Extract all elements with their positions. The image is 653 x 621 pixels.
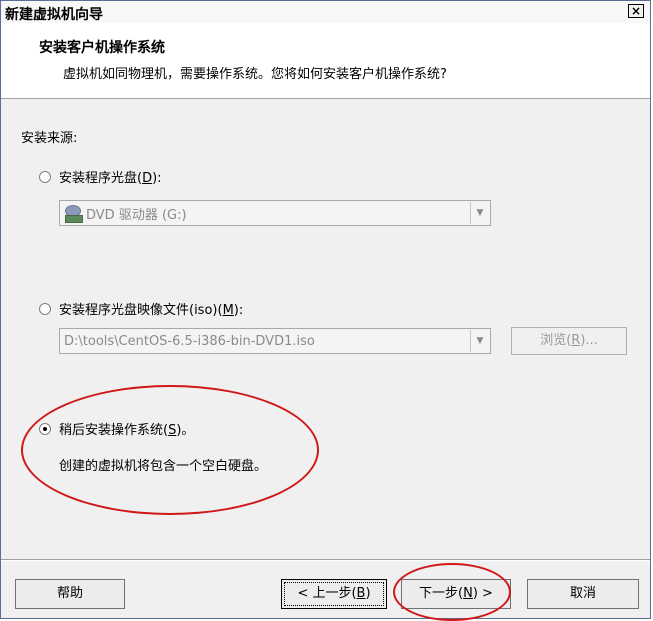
footer-separator	[1, 559, 650, 561]
help-button[interactable]: 帮助	[15, 579, 125, 609]
page-subtitle: 虚拟机如同物理机，需要操作系统。您将如何安装客户机操作系统?	[63, 67, 447, 82]
radio-iso-image[interactable]: 安装程序光盘映像文件(iso)(M):	[39, 299, 243, 318]
radio-button[interactable]	[39, 170, 51, 183]
title-bar: 新建虚拟机向导 ×	[1, 1, 650, 23]
wizard-content: 安装来源: 安装程序光盘(D): DVD 驱动器 (G:) ▼ 安装程序光盘映像…	[1, 99, 650, 559]
dvd-drive-value: DVD 驱动器 (G:)	[86, 207, 187, 223]
page-title: 安装客户机操作系统	[39, 40, 165, 56]
iso-path-select[interactable]: D:\tools\CentOS-6.5-i386-bin-DVD1.iso ▼	[59, 328, 491, 354]
wizard-header: 安装客户机操作系统 虚拟机如同物理机，需要操作系统。您将如何安装客户机操作系统?	[1, 23, 650, 99]
installer-disc-label: 安装程序光盘(D):	[59, 171, 162, 186]
browse-button[interactable]: 浏览(R)...	[511, 327, 627, 355]
chevron-down-icon[interactable]: ▼	[470, 330, 489, 352]
install-source-label: 安装来源:	[21, 131, 78, 146]
window-title: 新建虚拟机向导	[5, 6, 103, 22]
new-vm-wizard-window: 新建虚拟机向导 × 安装客户机操作系统 虚拟机如同物理机，需要操作系统。您将如何…	[0, 0, 651, 621]
cancel-button[interactable]: 取消	[527, 579, 639, 609]
close-button[interactable]: ×	[628, 4, 644, 18]
dvd-drive-icon	[64, 204, 83, 223]
red-annotation-ellipse	[21, 385, 319, 515]
back-button[interactable]: < 上一步(B)	[281, 579, 387, 609]
red-annotation-ellipse	[393, 563, 511, 621]
radio-button[interactable]	[39, 302, 51, 315]
radio-installer-disc[interactable]: 安装程序光盘(D):	[39, 167, 162, 186]
chevron-down-icon[interactable]: ▼	[470, 202, 489, 224]
close-icon: ×	[630, 4, 642, 18]
iso-path-value: D:\tools\CentOS-6.5-i386-bin-DVD1.iso	[64, 333, 315, 349]
iso-image-label: 安装程序光盘映像文件(iso)(M):	[59, 303, 244, 318]
dvd-drive-select[interactable]: DVD 驱动器 (G:) ▼	[59, 200, 491, 226]
